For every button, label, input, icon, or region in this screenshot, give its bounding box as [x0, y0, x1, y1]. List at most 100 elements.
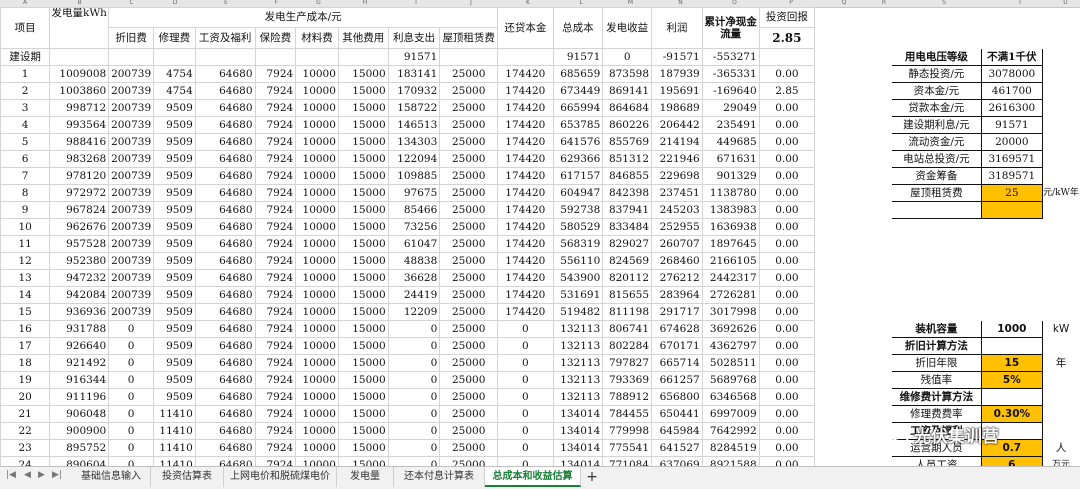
column-letter[interactable]: H: [363, 0, 368, 6]
cell-revenue[interactable]: 833484: [602, 218, 653, 236]
cell-insurance[interactable]: 7924: [254, 371, 297, 389]
cell-total-cost[interactable]: 592738: [552, 201, 604, 219]
cell-other[interactable]: 15000: [337, 218, 389, 236]
cell-insurance[interactable]: 7924: [254, 456, 297, 466]
cell-materials[interactable]: 10000: [295, 269, 339, 287]
cell-revenue[interactable]: 779998: [602, 422, 653, 440]
cell-interest[interactable]: 48838: [387, 252, 441, 270]
table-row[interactable]: 14 942084 200739 9509 64680 7924 10000 15000 244…: [0, 286, 1080, 304]
cell-generation[interactable]: 916344: [49, 371, 110, 389]
cell-repair[interactable]: 9509: [153, 269, 196, 287]
table-row[interactable]: 12 952380 200739 9509 64680 7924 10000 15000 488…: [0, 252, 1080, 270]
header-total-cost[interactable]: 总成本: [552, 7, 604, 49]
cell-depreciation[interactable]: 200739: [108, 150, 155, 168]
header-materials[interactable]: 材料费: [295, 27, 339, 49]
cell-revenue[interactable]: 806741: [602, 320, 653, 338]
cell-depreciation[interactable]: 0: [108, 422, 155, 440]
cell-materials[interactable]: 10000: [295, 65, 339, 83]
cell-payback[interactable]: 0.00: [758, 371, 816, 389]
cell-depreciation[interactable]: 200739: [108, 201, 155, 219]
cell-depreciation[interactable]: 200739: [108, 218, 155, 236]
cell-repay[interactable]: 174420: [497, 218, 554, 236]
side-label[interactable]: 建设期利息/元: [891, 116, 982, 134]
cell-depreciation[interactable]: 200739: [108, 303, 155, 321]
cell-rent[interactable]: 25000: [439, 235, 499, 253]
cell-insurance[interactable]: 7924: [254, 422, 297, 440]
cell-profit[interactable]: 645984: [651, 422, 703, 440]
cell-payback[interactable]: 0.00: [758, 422, 816, 440]
cell-wages[interactable]: 64680: [194, 82, 256, 100]
cell-insurance[interactable]: 7924: [254, 99, 297, 117]
column-letter[interactable]: Q: [842, 0, 847, 6]
cell-revenue[interactable]: 837941: [602, 201, 653, 219]
cell-rent[interactable]: 25000: [439, 167, 499, 185]
cell-depreciation[interactable]: 0: [108, 371, 155, 389]
cell-interest[interactable]: 97675: [387, 184, 441, 202]
years-input[interactable]: 15: [980, 354, 1044, 372]
residual-label[interactable]: 残值率: [891, 371, 982, 389]
cell-other[interactable]: 15000: [337, 235, 389, 253]
empty-cell[interactable]: [891, 201, 982, 219]
side-voltage-value[interactable]: 不满1千伏: [980, 48, 1044, 66]
table-row[interactable]: 2 1003860 200739 4754 64680 7924 10000 15000 170…: [0, 82, 1080, 100]
cell-payback[interactable]: 0.00: [758, 320, 816, 338]
cell-profit[interactable]: 656800: [651, 388, 703, 406]
table-row[interactable]: 10 962676 200739 9509 64680 7924 10000 15000 732…: [0, 218, 1080, 236]
cell-revenue[interactable]: 775541: [602, 439, 653, 457]
cell-profit[interactable]: -91571: [651, 48, 703, 66]
cell-repair[interactable]: 9509: [153, 235, 196, 253]
cell-depreciation[interactable]: 0: [108, 354, 155, 372]
cell-insurance[interactable]: 7924: [254, 388, 297, 406]
cell-depreciation[interactable]: 200739: [108, 65, 155, 83]
cell-year[interactable]: 1: [0, 65, 51, 83]
cell-year[interactable]: 2: [0, 82, 51, 100]
cell-year[interactable]: 23: [0, 439, 51, 457]
side-value[interactable]: 91571: [980, 116, 1044, 134]
cell-repay[interactable]: 174420: [497, 150, 554, 168]
cell-materials[interactable]: 10000: [295, 337, 339, 355]
column-letter[interactable]: O: [732, 0, 737, 6]
cell-profit[interactable]: 670171: [651, 337, 703, 355]
cell-profit[interactable]: 674628: [651, 320, 703, 338]
cell-wages[interactable]: 64680: [194, 422, 256, 440]
cell-generation[interactable]: 942084: [49, 286, 110, 304]
column-letter[interactable]: B: [77, 0, 81, 6]
table-row[interactable]: 19 916344 0 9509 64680 7924 10000 15000 0 25000 0 1…: [0, 371, 1080, 389]
cell-year[interactable]: 6: [0, 150, 51, 168]
cell-year[interactable]: 7: [0, 167, 51, 185]
cell-insurance[interactable]: 7924: [254, 269, 297, 287]
cell-materials[interactable]: 10000: [295, 167, 339, 185]
cell-repair[interactable]: 9509: [153, 201, 196, 219]
cell-profit[interactable]: 221946: [651, 150, 703, 168]
construction-row[interactable]: 建设期 91571 91571 0 -91571 -553271 用电电压等级 …: [0, 48, 1080, 66]
cell-year[interactable]: 8: [0, 184, 51, 202]
cell-total-cost[interactable]: 132113: [552, 354, 604, 372]
cell-insurance[interactable]: 7924: [254, 218, 297, 236]
cell-generation[interactable]: 890604: [49, 456, 110, 466]
cell-rent[interactable]: 25000: [439, 456, 499, 466]
cell-payback[interactable]: 0.00: [758, 456, 816, 466]
cell-cumcash[interactable]: 29049: [701, 99, 760, 117]
cell-other[interactable]: 15000: [337, 456, 389, 466]
side-value[interactable]: 3169571: [980, 150, 1044, 168]
cell-repay[interactable]: 0: [497, 388, 554, 406]
cell-profit[interactable]: 637069: [651, 456, 703, 466]
header-rent[interactable]: 屋顶租赁费: [439, 27, 499, 49]
cell-rent[interactable]: 25000: [439, 439, 499, 457]
table-row[interactable]: 24 890604 0 11410 64680 7924 10000 15000 0 25000 0…: [0, 456, 1080, 466]
cell-profit[interactable]: 229698: [651, 167, 703, 185]
cell-repay[interactable]: 0: [497, 320, 554, 338]
column-letter[interactable]: N: [678, 0, 683, 6]
cell-payback[interactable]: 0.00: [758, 337, 816, 355]
cell-revenue[interactable]: 815655: [602, 286, 653, 304]
cell-repay[interactable]: 0: [497, 439, 554, 457]
empty-cell[interactable]: [980, 337, 1044, 355]
cell-repair[interactable]: 11410: [153, 439, 196, 457]
cell-revenue[interactable]: 864684: [602, 99, 653, 117]
cell-depreciation[interactable]: 0: [108, 320, 155, 338]
prev-sheet-icon[interactable]: ◀: [24, 470, 31, 480]
cell-generation[interactable]: 931788: [49, 320, 110, 338]
cell-profit[interactable]: 206442: [651, 116, 703, 134]
cell-rent[interactable]: 25000: [439, 337, 499, 355]
cell-depreciation[interactable]: 200739: [108, 252, 155, 270]
